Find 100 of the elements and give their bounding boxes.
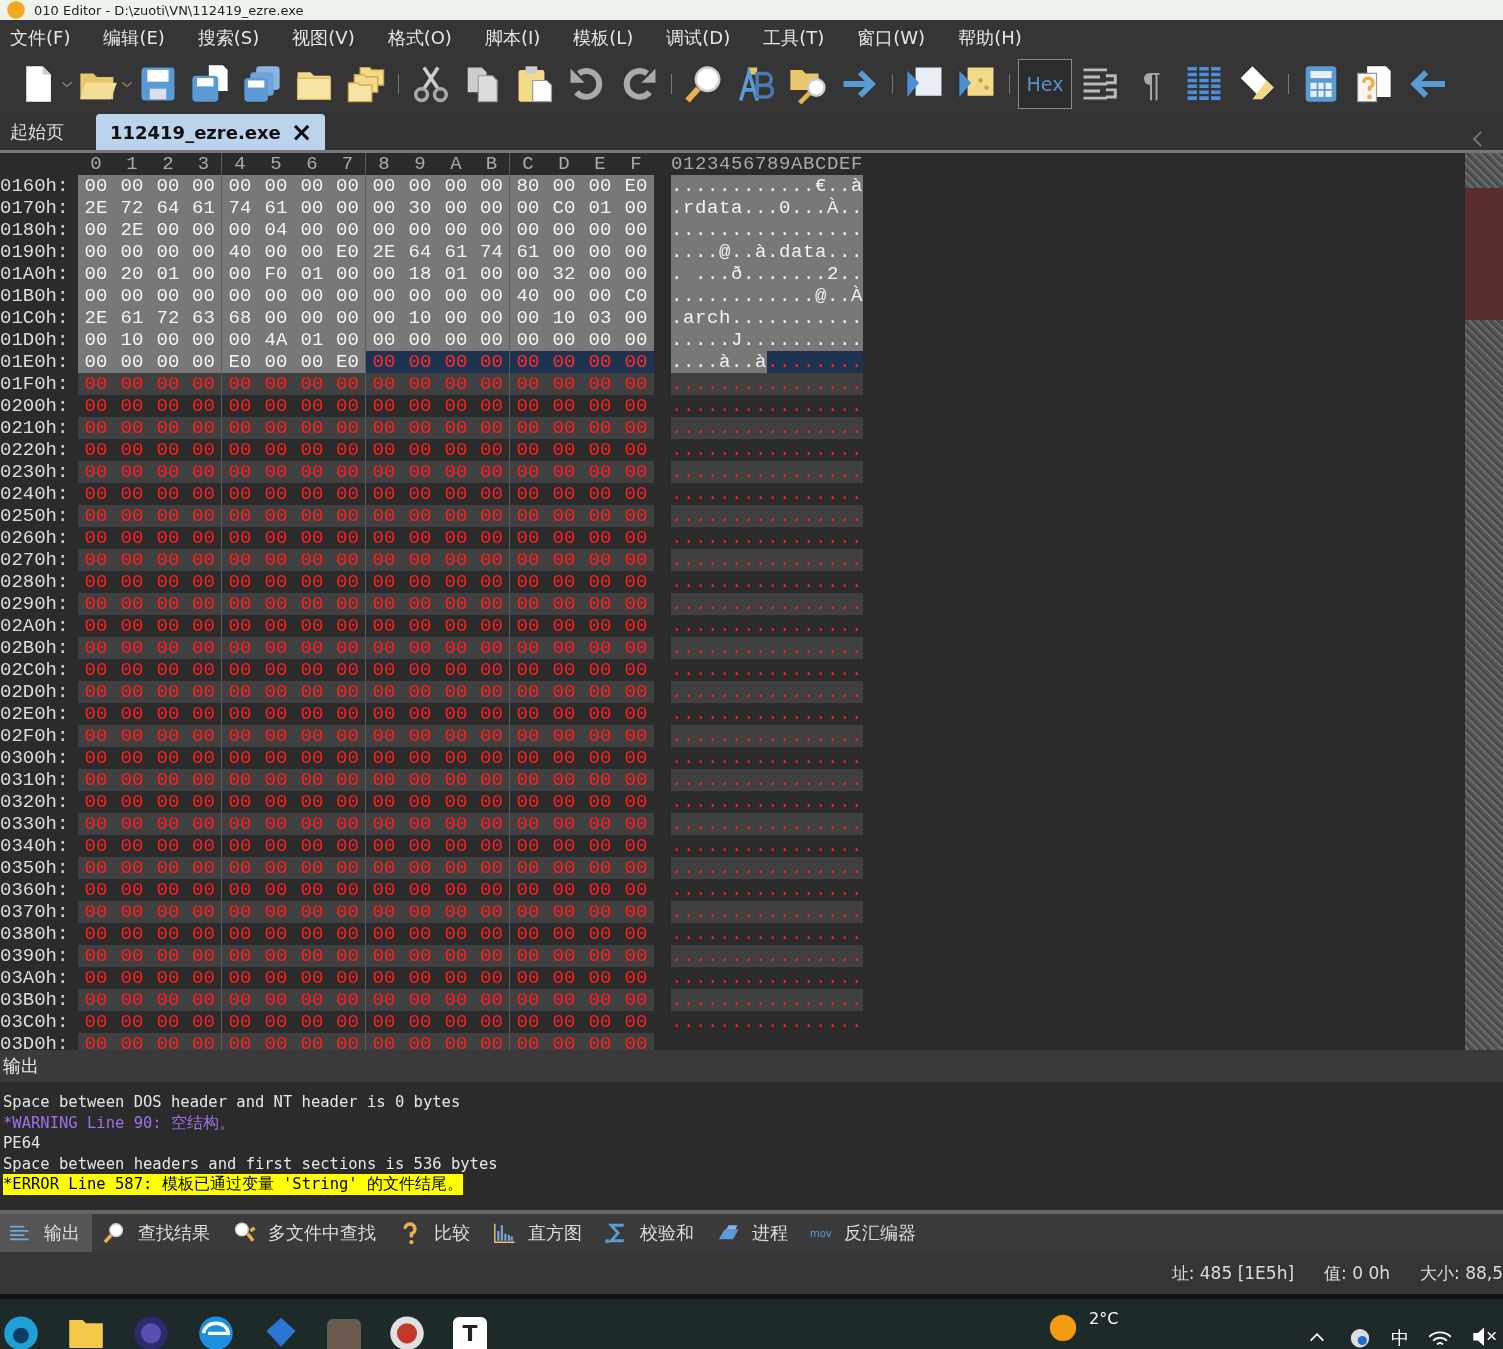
hex-byte[interactable]: 00 [438, 505, 474, 527]
hex-byte[interactable]: 00 [78, 351, 114, 373]
hex-byte[interactable]: 00 [402, 351, 438, 373]
hex-byte[interactable]: 00 [294, 769, 330, 791]
hex-byte[interactable]: 74 [474, 241, 510, 263]
hex-byte[interactable]: 00 [474, 373, 510, 395]
hex-byte[interactable]: 00 [546, 791, 582, 813]
hex-byte[interactable]: 00 [222, 461, 258, 483]
ascii-text[interactable]: ............€..à [671, 175, 864, 197]
hex-byte[interactable]: 00 [402, 329, 438, 351]
hex-byte[interactable]: 00 [582, 769, 618, 791]
hex-byte[interactable]: 00 [78, 725, 114, 747]
hex-byte[interactable]: 00 [366, 923, 402, 945]
hex-byte[interactable]: 00 [258, 725, 294, 747]
hex-byte[interactable]: 00 [78, 857, 114, 879]
hex-byte[interactable]: 00 [546, 967, 582, 989]
hex-byte[interactable]: 00 [330, 681, 366, 703]
hex-byte[interactable]: 00 [258, 395, 294, 417]
hex-byte[interactable]: 00 [438, 417, 474, 439]
hex-byte[interactable]: 00 [78, 593, 114, 615]
hex-byte[interactable]: 00 [402, 681, 438, 703]
hex-byte[interactable]: 00 [294, 505, 330, 527]
hex-byte[interactable]: 00 [222, 329, 258, 351]
hex-byte[interactable]: 00 [294, 241, 330, 263]
hex-byte[interactable]: 00 [258, 967, 294, 989]
hex-byte[interactable]: 00 [618, 967, 654, 989]
hex-byte[interactable]: 00 [402, 923, 438, 945]
hex-byte[interactable]: 00 [114, 395, 150, 417]
hex-byte[interactable]: 00 [330, 1033, 366, 1050]
hex-byte[interactable]: 00 [510, 945, 546, 967]
panel-tab[interactable]: 校验和 [596, 1214, 706, 1252]
hex-byte[interactable]: 00 [150, 637, 186, 659]
hex-byte[interactable]: 00 [366, 461, 402, 483]
hex-byte[interactable]: 00 [186, 417, 222, 439]
hex-byte[interactable]: 00 [438, 945, 474, 967]
hex-byte[interactable]: E0 [330, 241, 366, 263]
hex-byte[interactable]: 00 [114, 1033, 150, 1050]
hex-byte[interactable]: 00 [222, 681, 258, 703]
hex-byte[interactable]: 00 [582, 219, 618, 241]
hex-byte[interactable]: 72 [150, 307, 186, 329]
hex-byte[interactable]: 00 [438, 1011, 474, 1033]
hex-byte[interactable]: 00 [294, 571, 330, 593]
hex-byte[interactable]: 00 [150, 857, 186, 879]
hex-byte[interactable]: 00 [366, 901, 402, 923]
hex-byte[interactable]: 00 [366, 197, 402, 219]
hex-byte[interactable]: 00 [582, 395, 618, 417]
hex-byte[interactable]: 00 [294, 615, 330, 637]
hex-byte[interactable]: 00 [78, 637, 114, 659]
hex-byte[interactable]: 00 [510, 549, 546, 571]
hex-byte[interactable]: 00 [222, 923, 258, 945]
hex-byte[interactable]: 00 [618, 241, 654, 263]
hex-byte[interactable]: C0 [546, 197, 582, 219]
hex-byte[interactable]: 00 [78, 549, 114, 571]
hex-byte[interactable]: 00 [510, 989, 546, 1011]
ascii-text[interactable]: ................ [671, 967, 864, 989]
hex-byte[interactable]: 00 [510, 637, 546, 659]
hex-byte[interactable]: 00 [618, 769, 654, 791]
hex-byte[interactable]: 00 [582, 461, 618, 483]
hex-byte[interactable]: 00 [510, 681, 546, 703]
hex-byte[interactable]: 00 [618, 571, 654, 593]
hex-byte[interactable]: 00 [78, 923, 114, 945]
hex-byte[interactable]: 00 [474, 219, 510, 241]
hex-byte[interactable]: 00 [186, 769, 222, 791]
hex-byte[interactable]: 00 [582, 505, 618, 527]
hex-byte[interactable]: 00 [258, 637, 294, 659]
hex-byte[interactable]: 00 [258, 769, 294, 791]
hex-byte[interactable]: 00 [582, 923, 618, 945]
hex-byte[interactable]: 00 [186, 263, 222, 285]
hex-byte[interactable]: 00 [78, 483, 114, 505]
hex-byte[interactable]: 01 [294, 263, 330, 285]
hex-byte[interactable]: E0 [330, 351, 366, 373]
hex-byte[interactable]: 00 [510, 703, 546, 725]
hex-byte[interactable]: 00 [114, 571, 150, 593]
hex-byte[interactable]: 00 [510, 461, 546, 483]
hex-byte[interactable]: 00 [366, 747, 402, 769]
hex-byte[interactable]: 00 [330, 175, 366, 197]
panel-tab[interactable]: mov 反汇编器 [802, 1214, 928, 1252]
hex-byte[interactable]: 00 [618, 373, 654, 395]
hex-byte[interactable]: 00 [366, 505, 402, 527]
hex-byte[interactable]: 00 [186, 901, 222, 923]
show-characters-button[interactable]: ¶ [1126, 67, 1178, 101]
hex-byte[interactable]: 00 [582, 483, 618, 505]
hex-byte[interactable]: 00 [438, 769, 474, 791]
hex-byte[interactable]: 00 [222, 527, 258, 549]
hex-byte[interactable]: 00 [294, 197, 330, 219]
hex-byte[interactable]: 00 [366, 439, 402, 461]
hex-byte[interactable]: 00 [294, 439, 330, 461]
ascii-text[interactable]: .arch........... [671, 307, 864, 329]
ascii-text[interactable]: ................ [671, 989, 864, 1011]
ascii-text[interactable]: ................ [671, 681, 864, 703]
hex-byte[interactable]: 00 [438, 197, 474, 219]
hex-byte[interactable]: E0 [222, 351, 258, 373]
ascii-text[interactable]: ................ [671, 791, 864, 813]
hex-byte[interactable]: 00 [582, 373, 618, 395]
hex-byte[interactable]: 00 [438, 395, 474, 417]
hex-byte[interactable]: 00 [222, 373, 258, 395]
panel-tab[interactable]: 输出 [0, 1214, 92, 1252]
hex-byte[interactable]: 00 [618, 1033, 654, 1050]
hex-byte[interactable]: 00 [330, 329, 366, 351]
save-as-icon[interactable] [190, 64, 230, 104]
